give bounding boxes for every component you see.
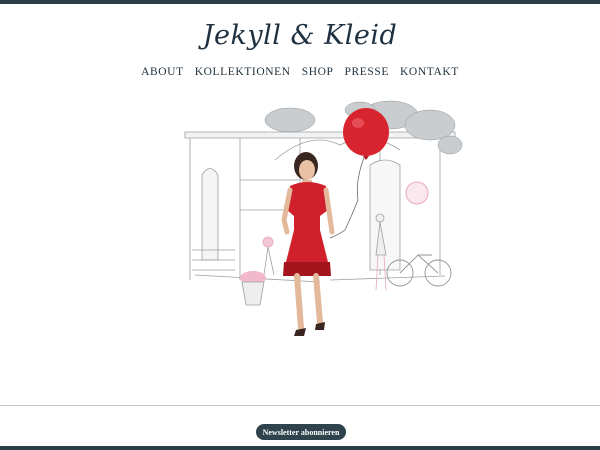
nav-item-presse[interactable]: PRESSE — [343, 66, 392, 78]
nav-item-kontakt[interactable]: KONTAKT — [398, 66, 461, 78]
red-balloon — [343, 108, 389, 156]
shop-sign — [405, 181, 429, 205]
main-nav: ABOUT KOLLEKTIONEN SHOP PRESSE KONTAKT — [0, 66, 600, 78]
brand-logo[interactable]: Jekyll & Kleid — [0, 20, 600, 51]
nav-item-shop[interactable]: SHOP — [300, 66, 336, 78]
nav-item-kollektionen[interactable]: KOLLEKTIONEN — [193, 66, 293, 78]
flower-pot-sketch — [240, 271, 266, 306]
top-bar — [0, 0, 600, 4]
newsletter-subscribe-button[interactable]: Newsletter abonnieren — [256, 424, 346, 440]
footer-divider — [0, 405, 600, 406]
balloon-string — [329, 154, 366, 239]
hero-illustration — [184, 100, 463, 336]
nav-item-about[interactable]: ABOUT — [139, 66, 186, 78]
bottom-bar — [0, 446, 600, 450]
